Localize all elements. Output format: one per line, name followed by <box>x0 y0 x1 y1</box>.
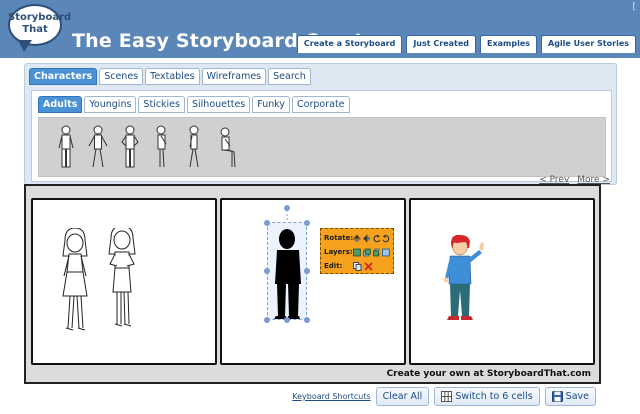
clear-all-label: Clear All <box>382 391 423 402</box>
subtab-stickies[interactable]: Stickies <box>138 96 185 113</box>
toolbox-rotate-label: Rotate: <box>324 234 354 242</box>
character-thumbnail-arms-out[interactable] <box>88 124 108 172</box>
subtab-silhouettes[interactable]: Silhouettes <box>186 96 251 113</box>
keyboard-shortcuts-link[interactable]: Keyboard Shortcuts <box>292 392 370 401</box>
character-thumbnail-standing[interactable] <box>56 124 76 172</box>
storyboard-cell-1[interactable] <box>31 198 217 365</box>
content-library: Characters Scenes Textables Wireframes S… <box>24 63 617 185</box>
character-thumbnail-side-view[interactable] <box>152 124 172 172</box>
toolbox-layers-label: Layers: <box>324 248 353 256</box>
site-header: Storyboard That The Easy Storyboard Crea… <box>0 0 640 58</box>
save-label: Save <box>565 391 589 402</box>
switch-cells-button[interactable]: Switch to 6 cells <box>434 387 540 406</box>
character-panel: Adults Youngins Stickies Silhouettes Fun… <box>31 90 612 182</box>
delete-icon[interactable] <box>364 261 373 271</box>
character-thumbnail-walking[interactable] <box>184 124 204 172</box>
subtab-corporate[interactable]: Corporate <box>292 96 350 113</box>
resize-handle-mid-right[interactable] <box>304 268 310 274</box>
character-sub-tabs: Adults Youngins Stickies Silhouettes Fun… <box>38 96 350 113</box>
resize-handle-bottom[interactable] <box>284 317 290 323</box>
nav-agile-user-stories[interactable]: Agile User Stories <box>541 35 636 53</box>
storyboard-cell-2[interactable]: Rotate: Layers: Edit: <box>220 198 406 365</box>
nav-examples[interactable]: Examples <box>480 35 538 53</box>
toolbox-edit-label: Edit: <box>324 262 343 270</box>
tab-search[interactable]: Search <box>268 68 311 85</box>
waving-character[interactable] <box>439 234 487 326</box>
save-floppy-icon <box>551 391 563 402</box>
copy-icon[interactable] <box>353 261 362 271</box>
grid-icon <box>441 391 453 402</box>
send-to-back-icon[interactable] <box>382 248 390 257</box>
rotate-handle-line <box>286 210 288 222</box>
clear-all-button[interactable]: Clear All <box>375 387 430 406</box>
resize-handle-bottom-right[interactable] <box>304 317 310 323</box>
rotate-left-icon[interactable] <box>373 234 381 243</box>
character-thumbnail-sitting[interactable] <box>216 124 236 172</box>
switch-cells-label: Switch to 6 cells <box>455 391 533 402</box>
tab-textables[interactable]: Textables <box>145 68 200 85</box>
save-button[interactable]: Save <box>544 387 596 406</box>
resize-handle-top-left[interactable] <box>264 220 270 226</box>
flip-horizontal-icon[interactable] <box>362 234 371 243</box>
bring-to-front-icon[interactable] <box>353 248 361 257</box>
storyboard-actions: Keyboard Shortcuts Clear All Switch to 6… <box>292 387 596 406</box>
library-main-tabs: Characters Scenes Textables Wireframes S… <box>29 68 311 85</box>
nav-create-storyboard[interactable]: Create a Storyboard <box>296 35 403 53</box>
storyboard-canvas: Rotate: Layers: Edit: Create your own at… <box>24 184 601 384</box>
subtab-funky[interactable]: Funky <box>252 96 291 113</box>
tab-characters[interactable]: Characters <box>29 68 98 85</box>
subtab-youngins[interactable]: Youngins <box>84 96 137 113</box>
character-thumbnails <box>38 117 606 177</box>
logo-text-line1: Storyboard <box>8 12 72 23</box>
resize-handle-bottom-left[interactable] <box>264 317 270 323</box>
object-toolbox: Rotate: Layers: Edit: <box>320 228 394 274</box>
storyboard-watermark: Create your own at StoryboardThat.com <box>386 369 591 379</box>
corner-mark: [ <box>632 2 636 12</box>
top-navigation: Create a Storyboard Just Created Example… <box>296 35 636 53</box>
rotate-right-icon[interactable] <box>382 234 390 243</box>
resize-handle-mid-left[interactable] <box>264 268 270 274</box>
tab-wireframes[interactable]: Wireframes <box>201 68 267 85</box>
logo-text-line2: That <box>22 24 48 35</box>
character-thumbnail-hands-hips[interactable] <box>120 124 140 172</box>
subtab-adults[interactable]: Adults <box>38 96 83 113</box>
storyboardthat-logo[interactable]: Storyboard That <box>8 4 72 54</box>
resize-handle-top-right[interactable] <box>304 220 310 226</box>
two-girls-illustration[interactable] <box>55 228 150 336</box>
nav-just-created[interactable]: Just Created <box>406 35 476 53</box>
bring-forward-icon[interactable] <box>362 248 371 257</box>
tab-scenes[interactable]: Scenes <box>99 68 144 85</box>
storyboard-cell-3[interactable] <box>409 198 595 365</box>
send-backward-icon[interactable] <box>372 248 381 257</box>
silhouette-character[interactable] <box>272 228 304 320</box>
flip-vertical-icon[interactable] <box>353 234 361 243</box>
logo-bubble-tail <box>18 40 32 52</box>
